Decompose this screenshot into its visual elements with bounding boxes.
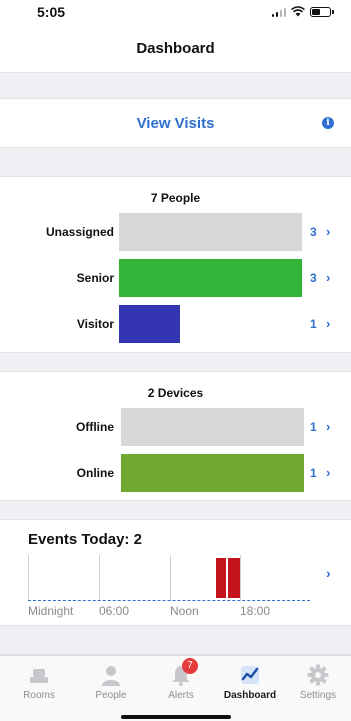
device-bar-track xyxy=(121,454,304,492)
people-bar xyxy=(119,305,180,343)
time-label-1800: 18:00 xyxy=(240,604,271,618)
wifi-icon xyxy=(291,6,305,17)
chevron-right-icon[interactable]: › xyxy=(326,316,330,331)
device-row[interactable]: Online 1 › xyxy=(0,454,351,492)
people-row[interactable]: Unassigned 3 › xyxy=(0,213,351,251)
device-bar xyxy=(121,454,304,492)
people-count[interactable]: 3 xyxy=(310,225,317,239)
timeline-tick-0600 xyxy=(99,555,100,601)
timeline-tick-1800 xyxy=(240,555,241,601)
gear-icon xyxy=(307,664,329,686)
section-separator xyxy=(0,500,351,520)
alerts-badge: 7 xyxy=(182,658,198,674)
people-bar xyxy=(119,213,302,251)
people-label: Unassigned xyxy=(45,225,114,239)
people-title: 7 People xyxy=(150,191,201,205)
tab-dashboard[interactable]: Dashboard xyxy=(215,656,285,721)
device-label: Offline xyxy=(76,420,114,434)
events-timeline[interactable] xyxy=(28,555,310,603)
chevron-right-icon[interactable]: › xyxy=(326,224,330,239)
devices-title: 2 Devices xyxy=(147,386,204,400)
page-title: Dashboard xyxy=(136,40,215,57)
view-visits-link[interactable]: View Visits xyxy=(0,115,351,132)
device-count[interactable]: 1 xyxy=(310,420,317,434)
time-label-0600: 06:00 xyxy=(99,604,130,618)
status-bar: 5:05 xyxy=(0,0,351,26)
tab-alerts[interactable]: 7 Alerts xyxy=(146,656,216,721)
tab-label: Dashboard xyxy=(223,690,277,701)
tab-label: Alerts xyxy=(168,690,194,701)
person-icon xyxy=(102,666,120,686)
chart-icon xyxy=(241,666,259,684)
people-bar xyxy=(119,259,302,297)
people-count[interactable]: 3 xyxy=(310,271,317,285)
home-indicator xyxy=(121,715,231,719)
device-bar xyxy=(121,408,304,446)
view-visits-row[interactable]: View Visits i xyxy=(0,99,351,147)
events-chevron-right-icon[interactable]: › xyxy=(326,565,331,581)
bed-icon xyxy=(30,669,48,683)
chevron-right-icon[interactable]: › xyxy=(326,465,330,480)
chevron-right-icon[interactable]: › xyxy=(326,419,330,434)
people-bar-track xyxy=(119,259,302,297)
device-count[interactable]: 1 xyxy=(310,466,317,480)
tab-label: Settings xyxy=(299,690,337,701)
people-label: Senior xyxy=(76,271,114,285)
tab-people[interactable]: People xyxy=(76,656,146,721)
tab-rooms[interactable]: Rooms xyxy=(4,656,74,721)
status-time: 5:05 xyxy=(37,4,66,20)
events-today-title: Events Today: 2 xyxy=(28,531,142,548)
battery-icon xyxy=(310,6,334,17)
cellular-signal-icon xyxy=(271,7,286,17)
section-separator xyxy=(0,352,351,372)
timeline-tick-midnight xyxy=(28,555,29,601)
section-separator xyxy=(0,625,351,655)
time-label-midnight: Midnight xyxy=(28,604,74,618)
tab-settings[interactable]: Settings xyxy=(283,656,351,721)
device-label: Online xyxy=(76,466,114,480)
chevron-right-icon[interactable]: › xyxy=(326,270,330,285)
device-row[interactable]: Offline 1 › xyxy=(0,408,351,446)
section-separator xyxy=(0,147,351,177)
status-icons xyxy=(271,6,334,17)
event-divider xyxy=(226,558,228,598)
info-icon[interactable]: i xyxy=(322,117,334,129)
timeline-baseline xyxy=(28,600,310,601)
people-row[interactable]: Senior 3 › xyxy=(0,259,351,297)
tab-bar: Rooms People 7 Alerts Dashboard Settings xyxy=(0,655,351,721)
people-row[interactable]: Visitor 1 › xyxy=(0,305,351,343)
time-label-noon: Noon xyxy=(170,604,199,618)
section-separator xyxy=(0,72,351,99)
tab-label: Rooms xyxy=(23,690,55,701)
people-count[interactable]: 1 xyxy=(310,317,317,331)
people-bar-track xyxy=(119,305,302,343)
tab-label: People xyxy=(95,690,127,701)
people-label: Visitor xyxy=(76,317,114,331)
event-marker[interactable] xyxy=(216,558,240,598)
people-bar-track xyxy=(119,213,302,251)
device-bar-track xyxy=(121,408,304,446)
timeline-tick-noon xyxy=(170,555,171,601)
